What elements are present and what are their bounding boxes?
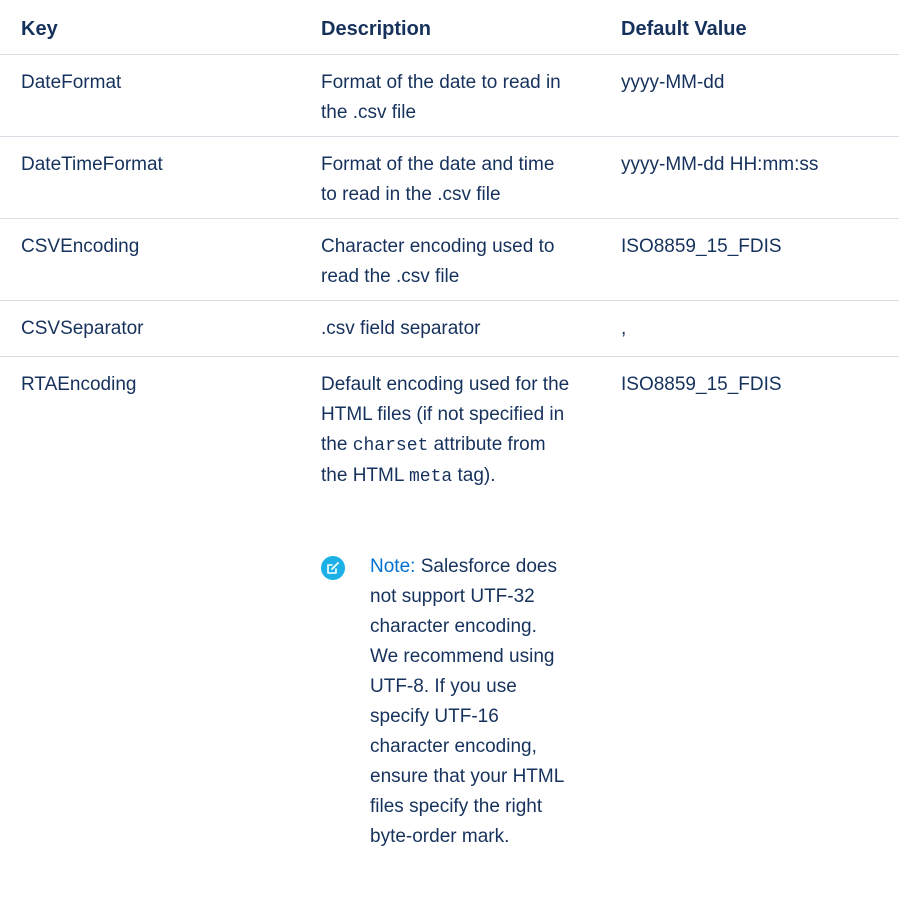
table-row: CSVSeparator .csv field separator , (0, 301, 899, 357)
note-line: character encoding. (370, 616, 537, 637)
note-label: Note: (370, 556, 416, 577)
table-row: CSVEncoding Character encoding used to r… (0, 219, 899, 301)
header-default-value: Default Value (621, 18, 747, 40)
row-key: DateFormat (21, 72, 122, 93)
note-text: Note: Salesforce does not support UTF-32… (370, 552, 594, 852)
description-line: Format of the date and time (321, 154, 555, 175)
description-line: Character encoding used to (321, 236, 555, 257)
meta-code: meta (409, 467, 453, 487)
row-description: Character encoding used to read the .csv… (321, 232, 593, 292)
note-line: not support UTF-32 (370, 586, 535, 607)
description-line: Default encoding used for the (321, 374, 570, 395)
row-key: CSVSeparator (21, 318, 144, 339)
row-description: Default encoding used for the HTML files… (321, 370, 593, 492)
note-line: files specify the right (370, 796, 543, 817)
description-text: tag). (457, 465, 496, 486)
note-line: character encoding, (370, 736, 537, 757)
row-default-value: yyyy-MM-dd (621, 72, 725, 93)
description-line: to read in the .csv file (321, 184, 501, 205)
note-line-text: Salesforce does (420, 556, 557, 577)
description-text: the (321, 434, 348, 455)
header-key: Key (21, 18, 58, 40)
table-row: DateFormat Format of the date to read in… (0, 55, 899, 137)
row-description: Format of the date to read in the .csv f… (321, 68, 593, 128)
description-line: the charset attribute from (321, 430, 593, 461)
row-description: .csv field separator (321, 314, 593, 344)
note-line: byte-order mark. (370, 826, 510, 847)
row-key: RTAEncoding (21, 374, 137, 395)
row-default-value: , (621, 318, 627, 339)
description-line: HTML files (if not specified in (321, 404, 565, 425)
description-text: the HTML (321, 465, 404, 486)
row-key: DateTimeFormat (21, 154, 163, 175)
row-default-value: ISO8859_15_FDIS (621, 236, 782, 257)
note-line: specify UTF-16 (370, 706, 499, 727)
description-line: the HTML meta tag). (321, 461, 593, 492)
description-line: Format of the date to read in (321, 72, 561, 93)
table-row: RTAEncoding Default encoding used for th… (0, 357, 899, 905)
header-description: Description (321, 18, 432, 40)
note-line: ensure that your HTML (370, 766, 565, 787)
description-text: attribute from (433, 434, 546, 455)
charset-code: charset (352, 436, 429, 456)
table-header-row: Key Description Default Value (0, 0, 899, 55)
description-line: .csv field separator (321, 318, 481, 339)
description-line: read the .csv file (321, 266, 460, 287)
edit-note-icon (321, 556, 345, 580)
table-row: DateTimeFormat Format of the date and ti… (0, 137, 899, 219)
configuration-table: Key Description Default Value DateFormat… (0, 0, 899, 905)
description-line: the .csv file (321, 102, 417, 123)
row-default-value: yyyy-MM-dd HH:mm:ss (621, 154, 819, 175)
row-default-value: ISO8859_15_FDIS (621, 374, 782, 395)
note-line: UTF-8. If you use (370, 676, 517, 697)
note-line: We recommend using (370, 646, 555, 667)
row-description: Format of the date and time to read in t… (321, 150, 593, 210)
row-key: CSVEncoding (21, 236, 140, 257)
note-line: Note: Salesforce does (370, 552, 594, 582)
